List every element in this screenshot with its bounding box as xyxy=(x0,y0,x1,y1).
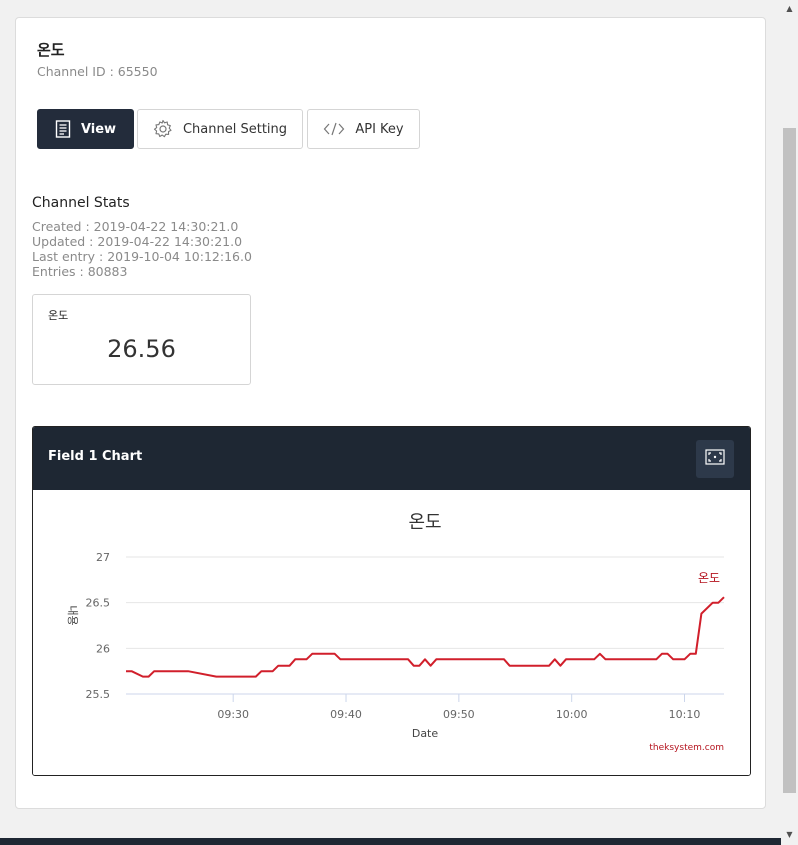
value-widget-value: 26.56 xyxy=(107,335,176,363)
y-tick-label: 27 xyxy=(96,551,110,564)
footer-bar xyxy=(0,838,781,845)
value-widget: 온도 26.56 xyxy=(32,294,251,385)
x-axis-label: Date xyxy=(412,727,439,740)
x-tick-label: 09:30 xyxy=(217,708,249,721)
tab-api-key-label: API Key xyxy=(355,121,404,137)
document-icon xyxy=(55,120,71,138)
x-tick-label: 09:50 xyxy=(443,708,475,721)
chart-credit: theksystem.com xyxy=(649,743,724,753)
line-chart: 온도 25.5 26 26.5 27 09:30 09:40 09:50 10:00 10:10 D… xyxy=(66,512,725,753)
stats-title: Channel Stats xyxy=(32,195,130,211)
y-tick-label: 26.5 xyxy=(86,597,111,610)
y-tick-label: 25.5 xyxy=(86,688,111,701)
channel-card: 온도 Channel ID : 65550 View Channel Setti… xyxy=(15,17,766,809)
stats-created: Created : 2019-04-22 14:30:21.0 xyxy=(32,219,239,234)
x-tick-label: 10:00 xyxy=(556,708,588,721)
scrollbar-thumb[interactable] xyxy=(783,128,796,793)
stats-updated: Updated : 2019-04-22 14:30:21.0 xyxy=(32,234,243,249)
value-widget-label: 온도 xyxy=(48,309,69,322)
stats-entries: Entries : 80883 xyxy=(32,264,128,279)
scroll-down-arrow-icon[interactable]: ▼ xyxy=(785,830,794,839)
tab-channel-setting-label: Channel Setting xyxy=(182,121,288,137)
tab-channel-setting-button[interactable]: Channel Setting xyxy=(137,109,303,149)
x-tick-label: 10:10 xyxy=(669,708,701,721)
channel-id: Channel ID : 65550 xyxy=(37,64,158,79)
x-tick-label: 09:40 xyxy=(330,708,362,721)
code-icon xyxy=(323,122,345,136)
chart-panel-title: Field 1 Chart xyxy=(48,449,143,464)
chart-header: Field 1 Chart xyxy=(33,427,750,490)
stats-last-entry: Last entry : 2019-10-04 10:12:16.0 xyxy=(32,249,252,264)
chart-body: 온도 25.5 26 26.5 27 09:30 09:40 09:50 10:00 10:10 D… xyxy=(33,490,750,775)
scrollbar[interactable]: ▲ ▼ xyxy=(781,0,798,845)
y-axis-label: 내용 xyxy=(66,605,79,625)
field-chart-panel: Field 1 Chart 온도 25.5 26 26.5 27 09:30 09:40 09… xyxy=(32,426,751,776)
chart-title: 온도 xyxy=(408,512,441,533)
gear-icon xyxy=(153,119,173,139)
series-label: 온도 xyxy=(698,571,720,585)
y-tick-label: 26 xyxy=(96,642,110,655)
channel-title: 온도 xyxy=(37,41,65,59)
scroll-up-arrow-icon[interactable]: ▲ xyxy=(785,4,794,13)
fullscreen-button[interactable] xyxy=(696,440,734,478)
fullscreen-icon xyxy=(705,449,725,469)
tab-view-label: View xyxy=(80,121,117,137)
series-line xyxy=(126,596,725,678)
tab-view-button[interactable]: View xyxy=(37,109,134,149)
tab-api-key-button[interactable]: API Key xyxy=(307,109,420,149)
